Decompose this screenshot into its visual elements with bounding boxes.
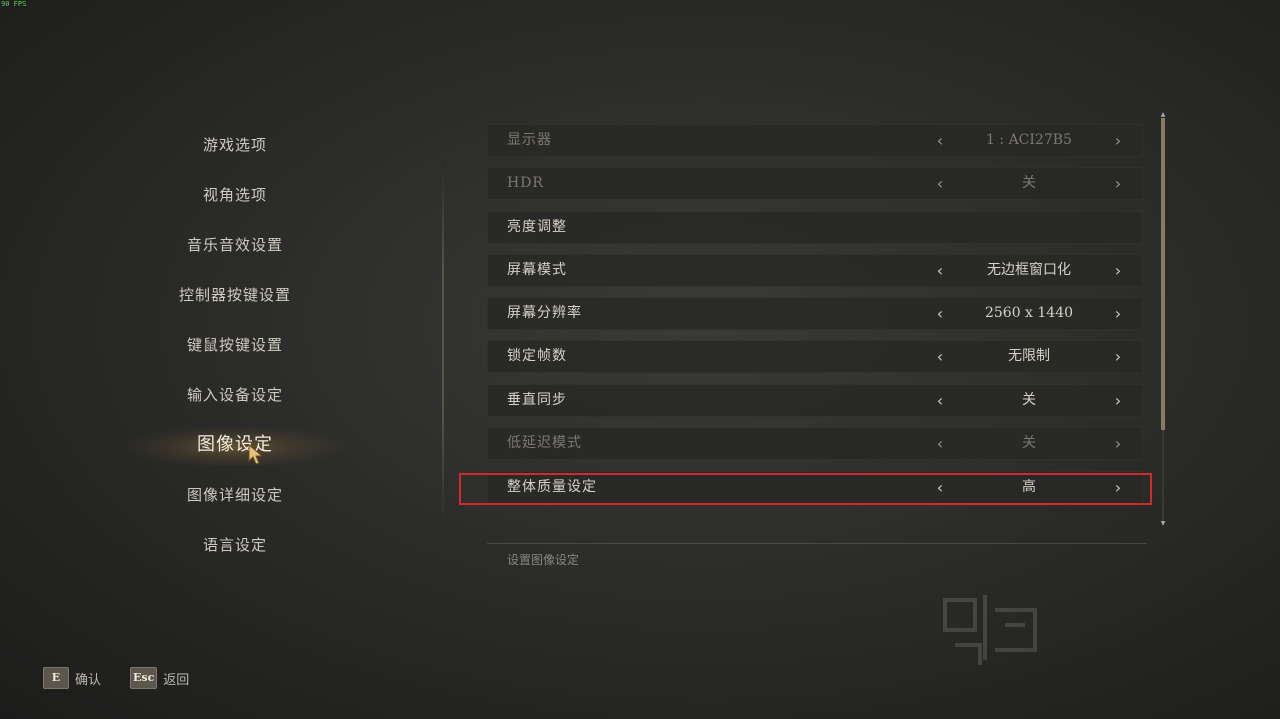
setting-value: 无限制 (1008, 348, 1050, 364)
fps-counter: 90 FPS (1, 0, 27, 8)
key-esc-icon: Esc (130, 667, 158, 689)
setting-row-vsync[interactable]: 垂直同步 ‹ 关 › (487, 384, 1143, 417)
setting-row-brightness[interactable]: 亮度调整 (487, 211, 1143, 244)
setting-row-frame-limit[interactable]: 锁定帧数 ‹ 无限制 › (487, 340, 1143, 373)
setting-value: 关 (1022, 392, 1036, 408)
setting-description: 设置图像设定 (507, 553, 580, 567)
selection-highlight (459, 473, 1152, 505)
chevron-right-icon[interactable]: › (1108, 124, 1128, 157)
setting-value: 1 : ACI27B5 (986, 132, 1072, 148)
chevron-right-icon[interactable]: › (1108, 167, 1128, 200)
menu-item-game-options[interactable]: 游戏选项 (120, 125, 350, 165)
chevron-right-icon[interactable]: › (1108, 427, 1128, 460)
setting-value: 无边框窗口化 (987, 262, 1071, 278)
chevron-left-icon[interactable]: ‹ (930, 167, 950, 200)
chevron-right-icon[interactable]: › (1108, 340, 1128, 373)
chevron-left-icon[interactable]: ‹ (930, 254, 950, 287)
setting-value: 关 (1022, 435, 1036, 451)
description-divider (487, 543, 1147, 544)
setting-label: 显示器 (507, 132, 552, 148)
chevron-right-icon[interactable]: › (1108, 297, 1128, 330)
chevron-right-icon[interactable]: › (1108, 384, 1128, 417)
scroll-thumb[interactable] (1161, 118, 1165, 430)
menu-divider (442, 160, 444, 528)
setting-label: 亮度调整 (507, 219, 567, 235)
menu-item-keyboard-mouse-bindings[interactable]: 键鼠按键设置 (120, 325, 350, 365)
back-label: 返回 (163, 672, 190, 688)
confirm-label: 确认 (75, 672, 102, 688)
back-hint[interactable]: Esc 返回 (130, 667, 189, 689)
setting-row-monitor[interactable]: 显示器 ‹ 1 : ACI27B5 › (487, 124, 1143, 157)
menu-item-graphics-settings[interactable]: 图像设定 (120, 425, 350, 465)
key-e-icon: E (43, 667, 69, 689)
settings-scrollbar[interactable]: ▲ ▼ (1160, 112, 1166, 527)
setting-row-hdr[interactable]: HDR ‹ 关 › (487, 167, 1143, 200)
chevron-left-icon[interactable]: ‹ (930, 124, 950, 157)
chevron-left-icon[interactable]: ‹ (930, 340, 950, 373)
chevron-left-icon[interactable]: ‹ (930, 384, 950, 417)
setting-value: 2560 x 1440 (984, 305, 1074, 321)
menu-item-graphics-detail[interactable]: 图像详细设定 (120, 475, 350, 515)
setting-label: 低延迟模式 (507, 435, 582, 451)
menu-item-language[interactable]: 语言设定 (120, 525, 350, 565)
decorative-seal-icon (943, 595, 1037, 665)
confirm-hint[interactable]: E 确认 (43, 667, 101, 689)
menu-item-camera-options[interactable]: 视角选项 (120, 175, 350, 215)
chevron-left-icon[interactable]: ‹ (930, 297, 950, 330)
setting-row-resolution[interactable]: 屏幕分辨率 ‹ 2560 x 1440 › (487, 297, 1143, 330)
setting-label: 屏幕模式 (507, 262, 567, 278)
chevron-left-icon[interactable]: ‹ (930, 427, 950, 460)
mouse-cursor-icon (248, 444, 264, 465)
setting-row-screen-mode[interactable]: 屏幕模式 ‹ 无边框窗口化 › (487, 254, 1143, 287)
setting-label: 屏幕分辨率 (507, 305, 582, 321)
setting-label: 锁定帧数 (507, 348, 567, 364)
menu-item-controller-bindings[interactable]: 控制器按键设置 (120, 275, 350, 315)
setting-label: 垂直同步 (507, 392, 567, 408)
setting-row-low-latency[interactable]: 低延迟模式 ‹ 关 › (487, 427, 1143, 460)
chevron-right-icon[interactable]: › (1108, 254, 1128, 287)
setting-value: 关 (1022, 175, 1036, 191)
scroll-down-icon[interactable]: ▼ (1160, 521, 1166, 527)
setting-label: HDR (507, 175, 544, 191)
menu-item-audio-settings[interactable]: 音乐音效设置 (120, 225, 350, 265)
menu-item-input-device[interactable]: 输入设备设定 (120, 375, 350, 415)
